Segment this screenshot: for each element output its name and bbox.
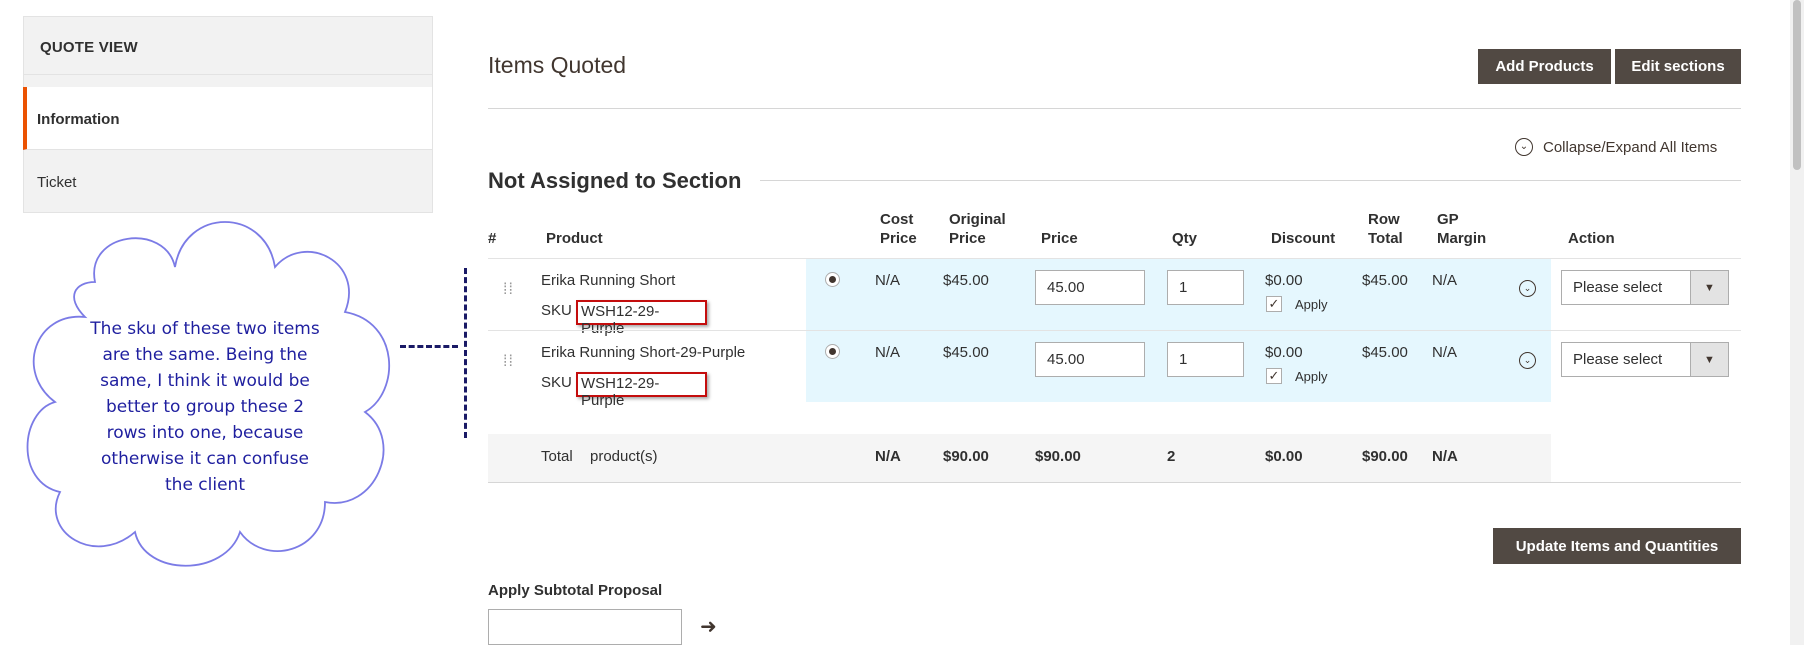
price-input[interactable]: 45.00 [1035, 270, 1145, 305]
cost-price: N/A [875, 344, 901, 361]
col-header-price: Price [1041, 230, 1078, 247]
subtotal-proposal-label: Apply Subtotal Proposal [488, 582, 663, 599]
totals-row-total: $90.00 [1362, 448, 1408, 465]
sku-label: SKU : [541, 302, 581, 319]
totals-original-price: $90.00 [943, 448, 989, 465]
sku-value: WSH12-29-Purple [581, 375, 660, 409]
annotation-text: The sku of these two items are the same.… [90, 319, 320, 495]
discount-value: $0.00 [1265, 272, 1303, 289]
col-header-discount: Discount [1271, 230, 1336, 247]
discount-value: $0.00 [1265, 344, 1303, 361]
scrollbar-thumb[interactable] [1793, 0, 1801, 170]
row-radio[interactable] [825, 272, 840, 287]
action-select-value: Please select [1573, 279, 1663, 296]
sidebar-title: QUOTE VIEW [23, 16, 433, 75]
product-name[interactable]: Erika Running Short [541, 272, 675, 289]
apply-checkbox[interactable]: ✓ [1266, 296, 1282, 312]
apply-checkbox[interactable]: ✓ [1266, 368, 1282, 384]
totals-price: $90.00 [1035, 448, 1081, 465]
gp-margin: N/A [1432, 344, 1458, 361]
action-select[interactable]: Please select ▼ [1561, 270, 1729, 305]
original-price: $45.00 [943, 344, 989, 361]
totals-gp-margin: N/A [1432, 448, 1458, 465]
product-name[interactable]: Erika Running Short-29-Purple [541, 344, 745, 361]
totals-divider [488, 482, 1741, 483]
page-scrollbar[interactable] [1790, 0, 1804, 645]
dropdown-arrow-icon: ▼ [1690, 343, 1728, 376]
sidebar-item-information[interactable]: Information [23, 87, 433, 150]
dropdown-arrow-icon: ▼ [1690, 271, 1728, 304]
annotation-cloud: The sku of these two items are the same.… [25, 212, 395, 582]
update-items-button[interactable]: Update Items and Quantities [1493, 528, 1741, 564]
totals-discount: $0.00 [1265, 448, 1303, 465]
collapse-expand-all[interactable]: ⌄ Collapse/Expand All Items [1515, 138, 1717, 156]
action-select[interactable]: Please select ▼ [1561, 342, 1729, 377]
gp-margin: N/A [1432, 272, 1458, 289]
col-header-cost-price-line1: Cost [880, 211, 914, 228]
col-header-row-total-line1: Row [1368, 211, 1400, 228]
add-products-button[interactable]: Add Products [1478, 49, 1611, 84]
collapse-expand-label: Collapse/Expand All Items [1543, 138, 1718, 156]
col-header-action: Action [1568, 230, 1615, 247]
sku-label: SKU [541, 374, 572, 391]
qty-input[interactable]: 1 [1167, 270, 1244, 305]
sidebar: QUOTE VIEW Information Ticket [23, 16, 433, 213]
annotation-connector-vertical [464, 268, 467, 438]
expand-row-icon[interactable]: ⌄ [1519, 280, 1536, 297]
apply-label: Apply [1295, 369, 1328, 384]
col-header-original-price: Original Price [949, 210, 1006, 248]
col-header-row-total: Row Total [1368, 210, 1403, 248]
row-total: $45.00 [1362, 344, 1408, 361]
sidebar-separator [23, 75, 433, 87]
col-header-original-price-line2: Price [949, 230, 986, 247]
drag-handle-icon[interactable]: ⁞⁞ [503, 354, 513, 378]
row-radio[interactable] [825, 344, 840, 359]
sidebar-item-ticket[interactable]: Ticket [23, 150, 433, 213]
price-input[interactable]: 45.00 [1035, 342, 1145, 377]
section-title: Not Assigned to Section [488, 168, 742, 193]
sku-value: WSH12-29-Purple [581, 303, 660, 337]
col-header-cost-price: Cost Price [880, 210, 917, 248]
col-header-cost-price-line2: Price [880, 230, 917, 247]
totals-qty: 2 [1167, 448, 1176, 465]
original-price: $45.00 [943, 272, 989, 289]
header-divider [488, 108, 1741, 109]
sku-highlight-box: WSH12-29-Purple [576, 372, 707, 409]
subtotal-proposal-input[interactable] [488, 609, 682, 645]
cost-price: N/A [875, 272, 901, 289]
page-title: Items Quoted [488, 52, 627, 78]
col-header-row-total-line2: Total [1368, 230, 1403, 247]
col-header-original-price-line1: Original [949, 211, 1006, 228]
col-header-gp-margin: GP Margin [1437, 210, 1486, 248]
expand-row-icon[interactable]: ⌄ [1519, 352, 1536, 369]
totals-cost-price: N/A [875, 448, 901, 465]
col-header-num: # [488, 230, 497, 247]
sku-highlight-box: WSH12-29-Purple [576, 300, 707, 337]
totals-products-label: product(s) [590, 448, 658, 465]
section-divider [760, 180, 1741, 181]
apply-label: Apply [1295, 297, 1328, 312]
arrow-right-icon[interactable]: ➜ [700, 614, 717, 639]
edit-sections-button[interactable]: Edit sections [1615, 49, 1741, 84]
drag-handle-icon[interactable]: ⁞⁞ [503, 282, 513, 306]
row-total: $45.00 [1362, 272, 1408, 289]
annotation-connector-horizontal [400, 345, 458, 348]
action-select-value: Please select [1573, 351, 1663, 368]
chevron-down-icon: ⌄ [1515, 138, 1533, 156]
totals-label: Total [541, 448, 573, 465]
col-header-product: Product [546, 230, 603, 247]
col-header-gp-margin-line1: GP [1437, 211, 1459, 228]
qty-input[interactable]: 1 [1167, 342, 1244, 377]
col-header-qty: Qty [1172, 230, 1198, 247]
col-header-gp-margin-line2: Margin [1437, 230, 1487, 247]
